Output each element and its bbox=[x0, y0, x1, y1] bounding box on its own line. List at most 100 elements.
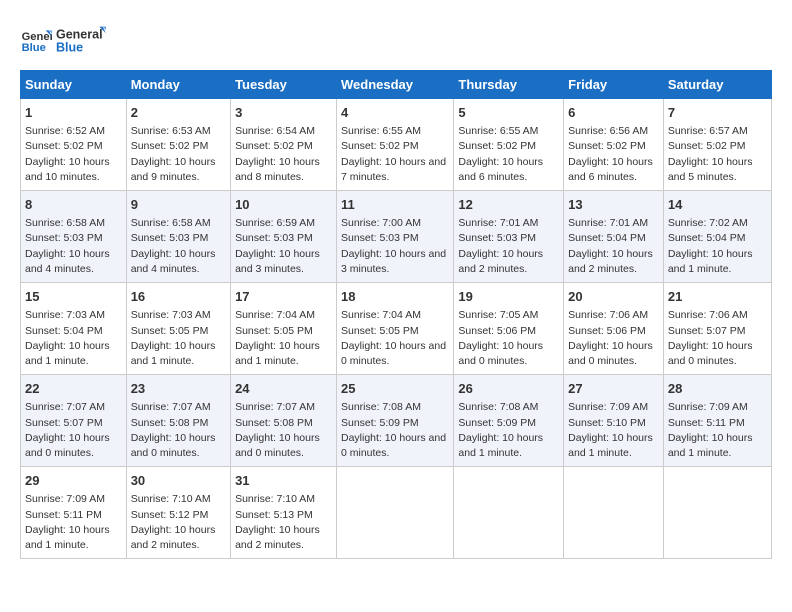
calendar-cell: 29Sunrise: 7:09 AM Sunset: 5:11 PM Dayli… bbox=[21, 467, 127, 559]
logo: General Blue General Blue bbox=[20, 20, 106, 60]
calendar-cell: 20 Sunrise: 7:06 AM Sunset: 5:06 PM Dayli… bbox=[564, 283, 664, 375]
calendar-cell bbox=[454, 467, 564, 559]
calendar-cell: 31 Sunrise: 7:10 AM Sunset: 5:13 PM Dayli… bbox=[231, 467, 337, 559]
calendar-cell: 30Sunrise: 7:10 AM Sunset: 5:12 PM Dayli… bbox=[126, 467, 230, 559]
day-number: 26 bbox=[458, 380, 559, 398]
calendar-header-row: SundayMondayTuesdayWednesdayThursdayFrid… bbox=[21, 71, 772, 99]
day-info: Sunrise: 7:06 AM Sunset: 5:07 PM Dayligh… bbox=[668, 308, 767, 369]
day-info: Sunrise: 7:00 AM Sunset: 5:03 PM Dayligh… bbox=[341, 216, 449, 277]
calendar-cell: 15Sunrise: 7:03 AM Sunset: 5:04 PM Dayli… bbox=[21, 283, 127, 375]
day-info: Sunrise: 7:08 AM Sunset: 5:09 PM Dayligh… bbox=[458, 400, 559, 461]
calendar-cell bbox=[663, 467, 771, 559]
calendar-cell: 10Sunrise: 6:59 AM Sunset: 5:03 PM Dayli… bbox=[231, 191, 337, 283]
calendar-cell: 8 Sunrise: 6:58 AM Sunset: 5:03 PM Daylig… bbox=[21, 191, 127, 283]
day-info: Sunrise: 6:55 AM Sunset: 5:02 PM Dayligh… bbox=[341, 124, 449, 185]
day-info: Sunrise: 6:52 AM Sunset: 5:02 PM Dayligh… bbox=[25, 124, 122, 185]
calendar-cell bbox=[336, 467, 453, 559]
day-number: 11 bbox=[341, 196, 449, 214]
calendar-cell: 6Sunrise: 6:56 AM Sunset: 5:02 PM Daylig… bbox=[564, 99, 664, 191]
day-number: 16 bbox=[131, 288, 226, 306]
day-number: 15 bbox=[25, 288, 122, 306]
calendar-cell: 2Sunrise: 6:53 AM Sunset: 5:02 PM Daylig… bbox=[126, 99, 230, 191]
day-number: 12 bbox=[458, 196, 559, 214]
day-info: Sunrise: 6:53 AM Sunset: 5:02 PM Dayligh… bbox=[131, 124, 226, 185]
calendar-cell: 1 Sunrise: 6:52 AM Sunset: 5:02 PM Daylig… bbox=[21, 99, 127, 191]
day-info: Sunrise: 7:01 AM Sunset: 5:03 PM Dayligh… bbox=[458, 216, 559, 277]
header-tuesday: Tuesday bbox=[231, 71, 337, 99]
day-number: 24 bbox=[235, 380, 332, 398]
calendar-cell: 4 Sunrise: 6:55 AM Sunset: 5:02 PM Daylig… bbox=[336, 99, 453, 191]
calendar-cell: 11 Sunrise: 7:00 AM Sunset: 5:03 PM Dayli… bbox=[336, 191, 453, 283]
day-info: Sunrise: 7:10 AM Sunset: 5:12 PM Dayligh… bbox=[131, 492, 226, 553]
day-number: 21 bbox=[668, 288, 767, 306]
svg-text:General: General bbox=[56, 27, 103, 41]
calendar-week-row: 8 Sunrise: 6:58 AM Sunset: 5:03 PM Daylig… bbox=[21, 191, 772, 283]
day-info: Sunrise: 7:07 AM Sunset: 5:08 PM Dayligh… bbox=[131, 400, 226, 461]
day-info: Sunrise: 6:54 AM Sunset: 5:02 PM Dayligh… bbox=[235, 124, 332, 185]
calendar-cell: 18Sunrise: 7:04 AM Sunset: 5:05 PM Dayli… bbox=[336, 283, 453, 375]
svg-text:Blue: Blue bbox=[22, 42, 46, 54]
day-number: 1 bbox=[25, 104, 122, 122]
header-thursday: Thursday bbox=[454, 71, 564, 99]
calendar-cell: 28 Sunrise: 7:09 AM Sunset: 5:11 PM Dayli… bbox=[663, 375, 771, 467]
calendar-cell: 9 Sunrise: 6:58 AM Sunset: 5:03 PM Daylig… bbox=[126, 191, 230, 283]
day-number: 3 bbox=[235, 104, 332, 122]
day-info: Sunrise: 7:03 AM Sunset: 5:05 PM Dayligh… bbox=[131, 308, 226, 369]
day-number: 8 bbox=[25, 196, 122, 214]
day-info: Sunrise: 7:10 AM Sunset: 5:13 PM Dayligh… bbox=[235, 492, 332, 553]
day-info: Sunrise: 7:09 AM Sunset: 5:10 PM Dayligh… bbox=[568, 400, 659, 461]
day-number: 19 bbox=[458, 288, 559, 306]
day-number: 20 bbox=[568, 288, 659, 306]
calendar-cell: 25 Sunrise: 7:08 AM Sunset: 5:09 PM Dayli… bbox=[336, 375, 453, 467]
day-number: 7 bbox=[668, 104, 767, 122]
calendar-cell: 19 Sunrise: 7:05 AM Sunset: 5:06 PM Dayli… bbox=[454, 283, 564, 375]
calendar-week-row: 1 Sunrise: 6:52 AM Sunset: 5:02 PM Daylig… bbox=[21, 99, 772, 191]
calendar-cell: 7Sunrise: 6:57 AM Sunset: 5:02 PM Daylig… bbox=[663, 99, 771, 191]
day-info: Sunrise: 7:05 AM Sunset: 5:06 PM Dayligh… bbox=[458, 308, 559, 369]
header-monday: Monday bbox=[126, 71, 230, 99]
day-info: Sunrise: 7:06 AM Sunset: 5:06 PM Dayligh… bbox=[568, 308, 659, 369]
header-wednesday: Wednesday bbox=[336, 71, 453, 99]
day-info: Sunrise: 7:01 AM Sunset: 5:04 PM Dayligh… bbox=[568, 216, 659, 277]
day-number: 27 bbox=[568, 380, 659, 398]
day-number: 17 bbox=[235, 288, 332, 306]
day-number: 25 bbox=[341, 380, 449, 398]
day-number: 29 bbox=[25, 472, 122, 490]
calendar-cell bbox=[564, 467, 664, 559]
calendar-week-row: 29Sunrise: 7:09 AM Sunset: 5:11 PM Dayli… bbox=[21, 467, 772, 559]
day-number: 31 bbox=[235, 472, 332, 490]
calendar-cell: 24 Sunrise: 7:07 AM Sunset: 5:08 PM Dayli… bbox=[231, 375, 337, 467]
header-friday: Friday bbox=[564, 71, 664, 99]
logo-icon: General Blue bbox=[20, 24, 52, 56]
day-number: 5 bbox=[458, 104, 559, 122]
calendar-cell: 26 Sunrise: 7:08 AM Sunset: 5:09 PM Dayli… bbox=[454, 375, 564, 467]
day-info: Sunrise: 6:58 AM Sunset: 5:03 PM Dayligh… bbox=[131, 216, 226, 277]
day-info: Sunrise: 7:08 AM Sunset: 5:09 PM Dayligh… bbox=[341, 400, 449, 461]
calendar-cell: 21 Sunrise: 7:06 AM Sunset: 5:07 PM Dayli… bbox=[663, 283, 771, 375]
svg-text:General: General bbox=[22, 31, 52, 43]
day-info: Sunrise: 7:09 AM Sunset: 5:11 PM Dayligh… bbox=[668, 400, 767, 461]
day-number: 4 bbox=[341, 104, 449, 122]
day-info: Sunrise: 7:07 AM Sunset: 5:08 PM Dayligh… bbox=[235, 400, 332, 461]
calendar-cell: 17 Sunrise: 7:04 AM Sunset: 5:05 PM Dayli… bbox=[231, 283, 337, 375]
day-number: 23 bbox=[131, 380, 226, 398]
day-number: 14 bbox=[668, 196, 767, 214]
day-info: Sunrise: 7:07 AM Sunset: 5:07 PM Dayligh… bbox=[25, 400, 122, 461]
calendar-cell: 5Sunrise: 6:55 AM Sunset: 5:02 PM Daylig… bbox=[454, 99, 564, 191]
header-saturday: Saturday bbox=[663, 71, 771, 99]
calendar-table: SundayMondayTuesdayWednesdayThursdayFrid… bbox=[20, 70, 772, 559]
svg-text:Blue: Blue bbox=[56, 41, 83, 55]
calendar-cell: 14Sunrise: 7:02 AM Sunset: 5:04 PM Dayli… bbox=[663, 191, 771, 283]
day-info: Sunrise: 7:04 AM Sunset: 5:05 PM Dayligh… bbox=[235, 308, 332, 369]
day-info: Sunrise: 6:58 AM Sunset: 5:03 PM Dayligh… bbox=[25, 216, 122, 277]
header-sunday: Sunday bbox=[21, 71, 127, 99]
calendar-cell: 22Sunrise: 7:07 AM Sunset: 5:07 PM Dayli… bbox=[21, 375, 127, 467]
day-info: Sunrise: 6:59 AM Sunset: 5:03 PM Dayligh… bbox=[235, 216, 332, 277]
day-number: 28 bbox=[668, 380, 767, 398]
calendar-week-row: 22Sunrise: 7:07 AM Sunset: 5:07 PM Dayli… bbox=[21, 375, 772, 467]
day-number: 9 bbox=[131, 196, 226, 214]
day-number: 13 bbox=[568, 196, 659, 214]
calendar-cell: 3 Sunrise: 6:54 AM Sunset: 5:02 PM Daylig… bbox=[231, 99, 337, 191]
day-number: 6 bbox=[568, 104, 659, 122]
day-info: Sunrise: 7:04 AM Sunset: 5:05 PM Dayligh… bbox=[341, 308, 449, 369]
